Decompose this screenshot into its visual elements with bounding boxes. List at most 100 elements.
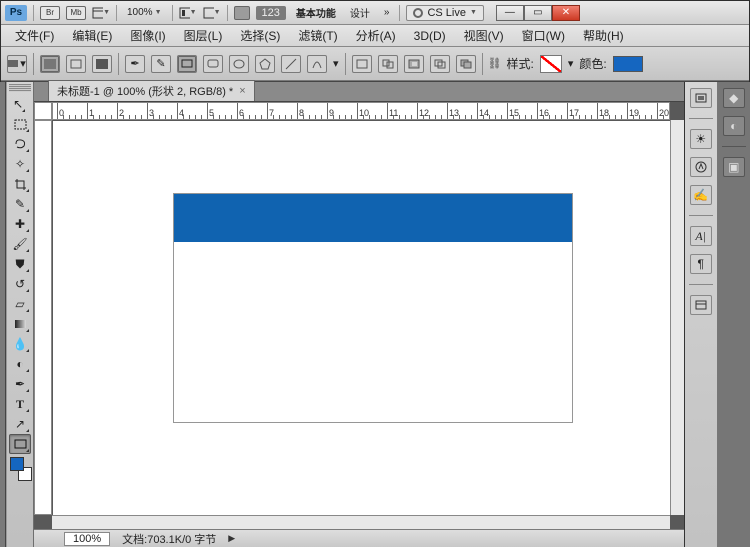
lasso-tool[interactable]	[9, 134, 31, 154]
workspace-more[interactable]: »	[380, 7, 394, 18]
rectangle-tool[interactable]	[9, 434, 31, 454]
horizontal-scrollbar[interactable]	[52, 515, 670, 529]
workspace-essentials[interactable]: 基本功能	[292, 5, 340, 20]
link-icon[interactable]: ⛓	[489, 55, 501, 73]
gradient-tool[interactable]	[9, 314, 31, 334]
menu-3d[interactable]: 3D(D)	[406, 27, 454, 45]
path-exclude-icon[interactable]	[456, 55, 476, 73]
doc-size-label: 文档:703.1K/0 字节	[122, 531, 216, 547]
dodge-tool[interactable]: ◐	[9, 354, 31, 374]
path-new-icon[interactable]	[352, 55, 372, 73]
color-label: 颜色:	[579, 55, 606, 72]
stamp-tool[interactable]: ⛊	[9, 254, 31, 274]
shape-layers-icon[interactable]	[40, 55, 60, 73]
adjust-panel-icon[interactable]: ☀	[690, 129, 712, 149]
crop-tool[interactable]	[9, 174, 31, 194]
screen-mode-icon[interactable]: ▼	[203, 5, 221, 21]
toolbox: ↖ ✧ ✎ ✚ 🖌 ⛊ ↺ ▱ 💧 ◐ ✒ T ↗	[6, 82, 34, 547]
window-maximize[interactable]: ▭	[524, 5, 552, 21]
heal-tool[interactable]: ✚	[9, 214, 31, 234]
paths-icon[interactable]	[66, 55, 86, 73]
layers-panel-icon[interactable]	[690, 295, 712, 315]
zoom-field[interactable]: 100%	[64, 532, 110, 546]
type-tool[interactable]: T	[9, 394, 31, 414]
path-add-icon[interactable]	[378, 55, 398, 73]
menu-image[interactable]: 图像(I)	[122, 25, 173, 46]
panel-column-a: ☀ ✍ A| ¶	[685, 82, 718, 547]
menu-view[interactable]: 视图(V)	[456, 25, 512, 46]
fill-pixels-icon[interactable]	[92, 55, 112, 73]
artboard	[173, 193, 573, 423]
window-minimize[interactable]: —	[496, 5, 524, 21]
menu-edit[interactable]: 编辑(E)	[64, 25, 120, 46]
menu-select[interactable]: 选择(S)	[232, 25, 288, 46]
vertical-ruler[interactable]	[34, 120, 52, 515]
char-panel-icon[interactable]: A|	[690, 226, 712, 246]
toolbox-handle[interactable]	[9, 84, 31, 92]
blur-tool[interactable]: 💧	[9, 334, 31, 354]
cslive-button[interactable]: CS Live ▼	[406, 5, 483, 21]
zoom-level[interactable]: 100% ▼	[123, 7, 166, 18]
canvas[interactable]	[53, 121, 670, 515]
extra-button[interactable]	[234, 6, 250, 20]
pen-draw-icon[interactable]: ✒	[125, 55, 145, 73]
shape-dropdown-icon[interactable]: ▾	[333, 57, 339, 70]
mask-panel-icon[interactable]	[690, 157, 712, 177]
polygon-shape-icon[interactable]	[255, 55, 275, 73]
menu-layer[interactable]: 图层(L)	[176, 25, 231, 46]
arrange-icon[interactable]: ▼	[92, 5, 110, 21]
vertical-scrollbar[interactable]	[670, 120, 684, 515]
fill-color-swatch[interactable]	[613, 56, 643, 72]
path-subtract-icon[interactable]	[404, 55, 424, 73]
brush-panel-icon[interactable]: ✍	[690, 185, 712, 205]
ps-logo: Ps	[5, 5, 27, 21]
path-intersect-icon[interactable]	[430, 55, 450, 73]
color-panel-icon[interactable]: ◆	[723, 88, 745, 108]
current-tool-icon[interactable]: ▾	[7, 55, 27, 73]
workspace-design[interactable]: 设计	[346, 5, 374, 20]
menu-analyze[interactable]: 分析(A)	[348, 25, 404, 46]
eyedropper-tool[interactable]: ✎	[9, 194, 31, 214]
status-menu-icon[interactable]: ▶	[228, 533, 235, 544]
freeform-icon[interactable]: ✎	[151, 55, 171, 73]
view-layout-icon[interactable]: ▼	[179, 5, 197, 21]
paragraph-panel-icon[interactable]: ¶	[690, 254, 712, 274]
menu-filter[interactable]: 滤镜(T)	[290, 25, 345, 46]
menu-help[interactable]: 帮助(H)	[575, 25, 632, 46]
wand-tool[interactable]: ✧	[9, 154, 31, 174]
history-panel-icon[interactable]	[690, 88, 712, 108]
path-select-tool[interactable]: ↗	[9, 414, 31, 434]
bridge-badge[interactable]: Br	[40, 6, 60, 20]
ellipse-shape-icon[interactable]	[229, 55, 249, 73]
ruler-corner[interactable]	[34, 102, 52, 120]
cslive-ring-icon	[413, 8, 423, 18]
document-area: 未标题-1 @ 100% (形状 2, RGB/8) * × 012345678…	[34, 82, 684, 547]
menu-window[interactable]: 窗口(W)	[514, 25, 573, 46]
menu-bar: 文件(F) 编辑(E) 图像(I) 图层(L) 选择(S) 滤镜(T) 分析(A…	[1, 25, 749, 47]
color-swatches[interactable]	[9, 456, 33, 482]
window-controls: — ▭ ✕	[496, 5, 580, 21]
num-badge[interactable]: 123	[256, 6, 286, 20]
document-tab[interactable]: 未标题-1 @ 100% (形状 2, RGB/8) * ×	[48, 80, 255, 101]
eraser-tool[interactable]: ▱	[9, 294, 31, 314]
horizontal-ruler[interactable]: 01234567891011121314151617181920	[52, 102, 670, 120]
pen-tool[interactable]: ✒	[9, 374, 31, 394]
window-close[interactable]: ✕	[552, 5, 580, 21]
line-shape-icon[interactable]	[281, 55, 301, 73]
swatch-panel-icon[interactable]: ◐	[723, 116, 745, 136]
history-tool[interactable]: ↺	[9, 274, 31, 294]
move-tool[interactable]: ↖	[9, 94, 27, 114]
minibridge-badge[interactable]: Mb	[66, 6, 86, 20]
shape-2-rectangle[interactable]	[174, 194, 572, 242]
brush-tool[interactable]: 🖌	[9, 234, 31, 254]
roundrect-shape-icon[interactable]	[203, 55, 223, 73]
styles-panel-icon[interactable]: ▣	[723, 157, 745, 177]
tab-close-icon[interactable]: ×	[239, 85, 245, 97]
custom-shape-icon[interactable]	[307, 55, 327, 73]
style-none-swatch[interactable]	[540, 55, 562, 73]
rectangle-shape-icon[interactable]	[177, 55, 197, 73]
foreground-color[interactable]	[10, 457, 24, 471]
status-bar: 100% 文档:703.1K/0 字节 ▶	[34, 529, 684, 547]
marquee-tool[interactable]	[9, 114, 31, 134]
menu-file[interactable]: 文件(F)	[7, 25, 62, 46]
